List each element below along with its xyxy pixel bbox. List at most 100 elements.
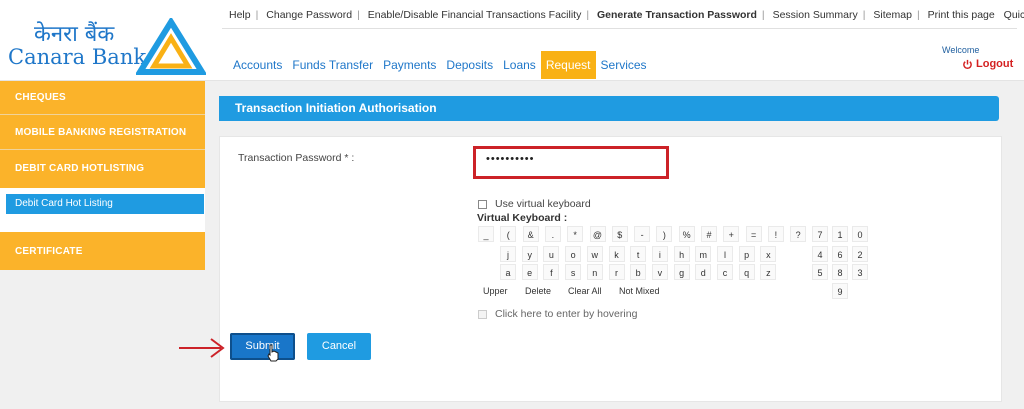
vk-number-key[interactable]: 1: [832, 226, 848, 242]
vk-key[interactable]: c: [717, 264, 733, 280]
vk-key[interactable]: @: [589, 226, 606, 242]
vk-number-key[interactable]: 7: [812, 226, 828, 242]
hover-entry-checkbox[interactable]: [478, 309, 487, 319]
vk-key[interactable]: m: [695, 246, 712, 262]
top-links-bar: Help | Change Password | Enable/Disable Fi…: [229, 9, 1024, 21]
enable-disable-financial-link[interactable]: Enable/Disable Financial Transactions Fa…: [368, 9, 582, 21]
vk-key[interactable]: *: [567, 226, 584, 242]
vk-number-key[interactable]: 2: [852, 246, 868, 262]
sidebar-item-debit-card-hotlisting[interactable]: DEBIT CARD HOTLISTING: [0, 163, 205, 174]
vk-number-key[interactable]: 4: [812, 246, 828, 262]
vk-key[interactable]: #: [701, 226, 717, 242]
vk-key[interactable]: f: [543, 264, 560, 280]
use-virtual-keyboard-row[interactable]: Use virtual keyboard: [478, 198, 591, 210]
welcome-text: Welcome: [942, 45, 980, 55]
vk-number-key[interactable]: 3: [852, 264, 868, 280]
vk-key[interactable]: a: [500, 264, 516, 280]
vk-number-key[interactable]: 6: [832, 246, 848, 262]
virtual-keyboard-checkbox[interactable]: [478, 199, 487, 209]
vk-key[interactable]: o: [565, 246, 582, 262]
vk-key[interactable]: t: [630, 246, 647, 262]
vk-key[interactable]: =: [745, 226, 762, 242]
vk-key[interactable]: &: [522, 226, 539, 242]
sidebar-item-cheques[interactable]: CHEQUES: [0, 92, 205, 103]
vk-key[interactable]: d: [695, 264, 712, 280]
vk-key[interactable]: +: [723, 226, 740, 242]
generate-transaction-password-link[interactable]: Generate Transaction Password: [597, 9, 757, 21]
vk-key[interactable]: b: [630, 264, 647, 280]
vk-key[interactable]: r: [608, 264, 625, 280]
transaction-password-label: Transaction Password * :: [238, 152, 355, 164]
vk-clear-all-button[interactable]: Clear All: [568, 286, 602, 296]
power-icon: [963, 59, 972, 69]
vk-key[interactable]: q: [738, 264, 755, 280]
app-window: केनरा बैंक Canara Bank Help | Change Pass…: [0, 0, 1024, 409]
logo-text: Canara Bank: [8, 45, 147, 69]
vk-key[interactable]: y: [521, 246, 538, 262]
triangle-logo-icon: [136, 18, 206, 75]
quick-links-menu[interactable]: Quick Links >: [1004, 9, 1024, 21]
vk-key[interactable]: e: [521, 264, 538, 280]
vk-key[interactable]: (: [500, 226, 517, 242]
logout-button[interactable]: Logout: [962, 58, 1013, 70]
vk-key[interactable]: ): [656, 226, 673, 242]
vk-key[interactable]: %: [678, 226, 695, 242]
vk-key[interactable]: s: [565, 264, 582, 280]
vk-key[interactable]: h: [673, 246, 690, 262]
vk-key[interactable]: w: [586, 246, 603, 262]
vk-key[interactable]: k: [608, 246, 625, 262]
change-password-link[interactable]: Change Password: [266, 9, 352, 21]
cancel-button[interactable]: Cancel: [307, 333, 371, 360]
nav-deposits[interactable]: Deposits: [441, 51, 498, 79]
vk-key[interactable]: -: [634, 226, 651, 242]
vk-key[interactable]: $: [611, 226, 628, 242]
nav-services[interactable]: Services: [596, 51, 652, 79]
vk-upper-button[interactable]: Upper: [483, 286, 508, 296]
nav-request[interactable]: Request: [540, 51, 596, 79]
hover-entry-label: Click here to enter by hovering: [495, 308, 638, 320]
submit-button[interactable]: Submit: [230, 333, 295, 360]
nav-loans[interactable]: Loans: [498, 51, 541, 79]
virtual-keyboard-checkbox-label: Use virtual keyboard: [495, 198, 591, 210]
vk-key[interactable]: _: [478, 226, 494, 242]
vk-key[interactable]: v: [651, 264, 668, 280]
main-nav: Accounts Funds Transfer Payments Deposit…: [228, 51, 652, 79]
nav-funds-transfer[interactable]: Funds Transfer: [287, 51, 378, 79]
logo-hindi-text: केनरा बैंक: [34, 22, 115, 47]
vk-number-key[interactable]: 5: [812, 264, 828, 280]
hand-cursor-icon: [267, 344, 279, 362]
vk-key[interactable]: u: [543, 246, 560, 262]
transaction-password-input[interactable]: ••••••••••: [473, 146, 669, 179]
panel-title: Transaction Initiation Authorisation: [219, 96, 999, 121]
sidebar-divider: [0, 114, 205, 115]
sidebar-subitem-debit-card-hot-listing[interactable]: Debit Card Hot Listing: [6, 194, 204, 214]
vk-key[interactable]: !: [767, 226, 784, 242]
print-page-link[interactable]: Print this page: [928, 9, 995, 21]
nav-payments[interactable]: Payments: [378, 51, 441, 79]
vk-number-key[interactable]: 8: [832, 264, 848, 280]
vk-number-key[interactable]: 0: [852, 226, 868, 242]
sidebar-item-mobile-banking[interactable]: MOBILE BANKING REGISTRATION: [0, 127, 205, 138]
vk-key[interactable]: j: [500, 246, 516, 262]
vk-key[interactable]: z: [760, 264, 777, 280]
vk-key[interactable]: n: [586, 264, 603, 280]
sidebar-item-certificate[interactable]: CERTIFICATE: [0, 246, 205, 257]
sidebar-divider: [0, 149, 205, 150]
session-summary-link[interactable]: Session Summary: [773, 9, 858, 21]
header-divider: [222, 28, 1017, 29]
nav-accounts[interactable]: Accounts: [228, 51, 287, 79]
vk-key[interactable]: ?: [790, 226, 807, 242]
hover-entry-row[interactable]: Click here to enter by hovering: [478, 308, 637, 320]
vk-not-mixed-button[interactable]: Not Mixed: [619, 286, 660, 296]
vk-key[interactable]: .: [544, 226, 561, 242]
vk-delete-button[interactable]: Delete: [525, 286, 551, 296]
help-link[interactable]: Help: [229, 9, 251, 21]
sitemap-link[interactable]: Sitemap: [873, 9, 912, 21]
vk-key[interactable]: l: [717, 246, 733, 262]
vk-key[interactable]: p: [738, 246, 755, 262]
canara-bank-logo[interactable]: केनरा बैंक Canara Bank: [8, 18, 208, 80]
vk-key[interactable]: i: [651, 246, 668, 262]
vk-key[interactable]: x: [760, 246, 777, 262]
vk-key[interactable]: g: [673, 264, 690, 280]
vk-number-key[interactable]: 9: [832, 283, 848, 299]
